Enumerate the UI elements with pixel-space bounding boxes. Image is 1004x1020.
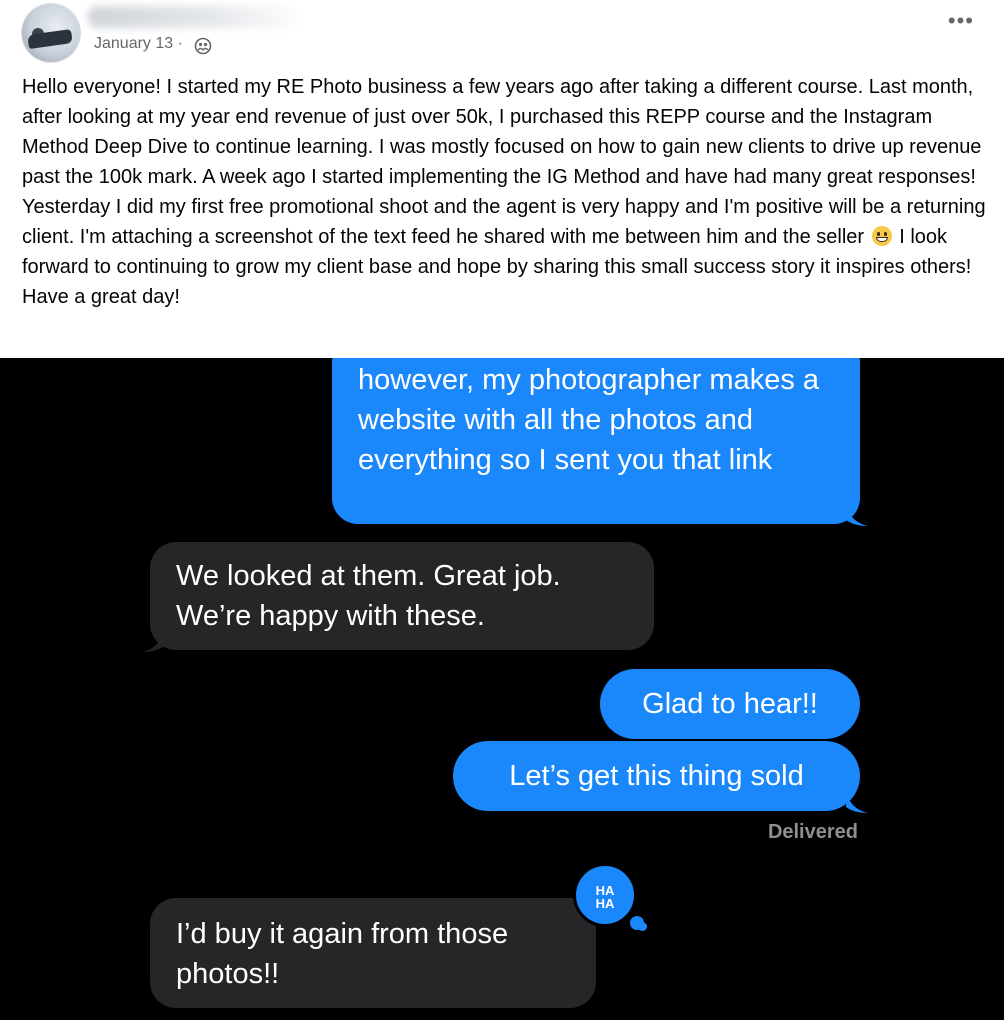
delivery-status: Delivered [767,821,858,843]
friends-icon[interactable] [194,37,212,55]
message-bubble-outgoing: Glad to hear!! [600,669,860,739]
message-text: however, my photographer makes a website… [358,364,820,476]
message-bubble-outgoing: Let’s get this thing sold [453,741,868,813]
post-date[interactable]: January 13 · [94,35,183,53]
message-bubble-incoming: I’d buy it again from those photos!! [150,898,596,1008]
author-name-redacted [88,6,298,28]
more-options-icon[interactable]: ••• [948,10,974,32]
post-body: Hello everyone! I started my RE Photo bu… [22,72,990,312]
message-text: Let’s get this thing sold [509,760,804,792]
reaction-label-line2: HA [595,896,615,911]
haha-reaction-icon: HA HA [573,863,637,927]
message-text: I’d buy it again from those photos!! [176,918,509,990]
bubble-tail-icon [846,791,868,813]
post-date-text: January 13 [94,35,174,52]
message-bubble-incoming: We looked at them. Great job. We’re happ… [142,542,654,652]
attached-screenshot-conversation[interactable]: however, my photographer makes a website… [0,358,1004,1020]
bubble-tail-icon [846,504,868,526]
reaction-tail-dot-small [638,922,647,931]
post-date-separator: · [177,35,183,52]
author-avatar[interactable] [22,4,80,62]
message-bubble-outgoing: however, my photographer makes a website… [332,358,868,526]
bubble-tail-icon [142,630,164,652]
post-header: January 13 · ••• [0,0,1004,68]
message-text: We looked at them. Great job. We’re happ… [176,560,561,632]
grinning-face-emoji-icon [871,226,892,246]
post-body-text-1: Hello everyone! I started my RE Photo bu… [22,76,986,248]
message-text: Glad to hear!! [642,688,818,720]
